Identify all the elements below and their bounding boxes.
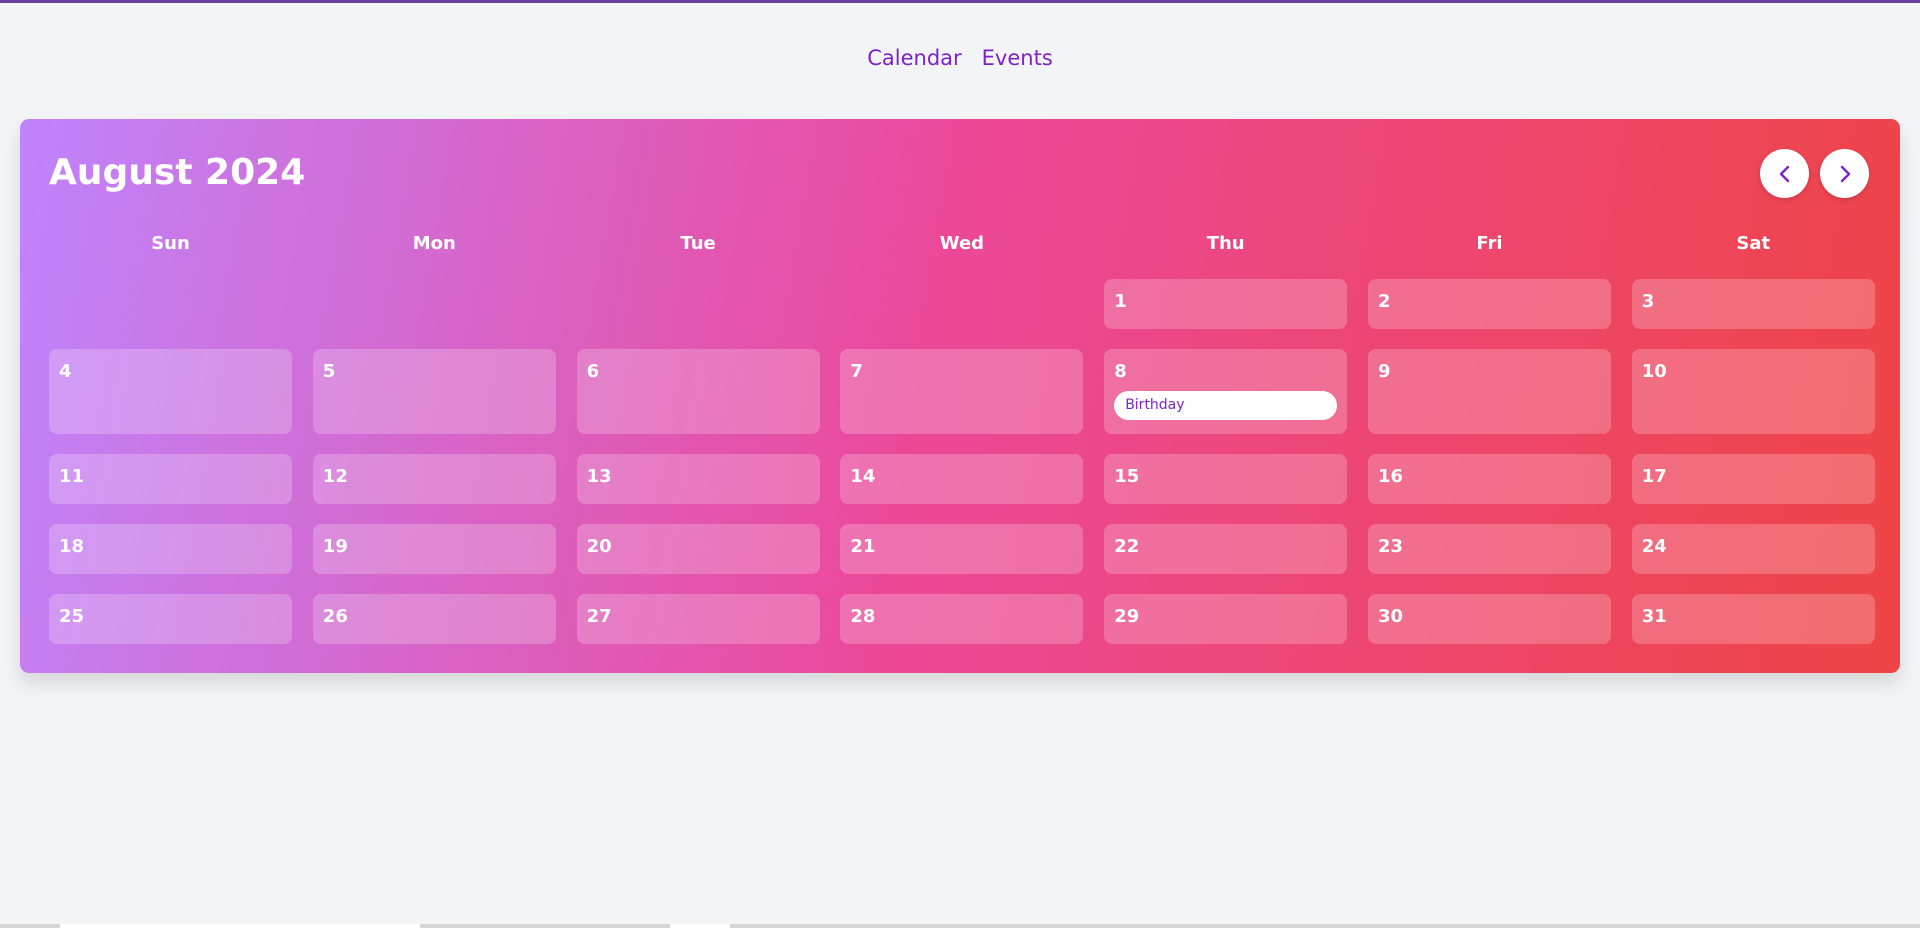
nav-link-events[interactable]: Events bbox=[982, 46, 1053, 70]
day-number: 16 bbox=[1377, 466, 1404, 487]
day-number: 25 bbox=[59, 606, 85, 627]
day-cell-22[interactable]: 22 bbox=[1104, 524, 1348, 574]
day-number: 27 bbox=[586, 606, 612, 627]
day-number: 15 bbox=[1114, 466, 1140, 487]
day-number: 10 bbox=[1641, 361, 1667, 382]
day-cell-13[interactable]: 13 bbox=[576, 454, 820, 504]
nav-link-calendar[interactable]: Calendar bbox=[867, 46, 961, 70]
day-cell-28[interactable]: 28 bbox=[840, 594, 1084, 644]
day-cell-20[interactable]: 20 bbox=[576, 524, 820, 574]
day-cell-16[interactable]: 16 bbox=[1367, 454, 1611, 504]
day-cell-31[interactable]: 31 bbox=[1631, 594, 1875, 644]
weekday-wed: Wed bbox=[939, 233, 985, 254]
weekday-header: Sun Mon Tue Wed Thu Fri Sat bbox=[49, 233, 1871, 254]
day-cell-24[interactable]: 24 bbox=[1631, 524, 1875, 574]
day-number: 13 bbox=[586, 466, 612, 487]
day-number: 2 bbox=[1377, 291, 1391, 312]
day-number: 26 bbox=[322, 606, 348, 627]
day-cell-4[interactable]: 4 bbox=[49, 349, 292, 434]
day-cell-8[interactable]: 8 Birthday bbox=[1104, 349, 1348, 434]
day-number: 23 bbox=[1377, 536, 1404, 557]
chevron-right-icon bbox=[1840, 165, 1850, 182]
day-cell-29[interactable]: 29 bbox=[1104, 594, 1348, 644]
top-accent-bar bbox=[0, 0, 1920, 3]
calendar-card: August 2024 Sun Mon Tue Wed Thu Fri Sat … bbox=[20, 119, 1900, 673]
day-number: 9 bbox=[1377, 361, 1391, 382]
empty-day-cell bbox=[313, 279, 556, 329]
event-pill[interactable]: Birthday bbox=[1114, 391, 1338, 420]
day-number: 1 bbox=[1114, 291, 1127, 312]
day-cell-1[interactable]: 1 bbox=[1104, 279, 1348, 329]
day-number: 29 bbox=[1114, 606, 1140, 627]
next-month-button[interactable] bbox=[1820, 149, 1869, 198]
empty-day-cell bbox=[49, 279, 292, 329]
day-number: 30 bbox=[1377, 606, 1404, 627]
day-number: 31 bbox=[1641, 606, 1667, 627]
day-number: 18 bbox=[59, 536, 85, 557]
day-number: 17 bbox=[1641, 466, 1667, 487]
day-number: 5 bbox=[322, 361, 336, 382]
day-cell-23[interactable]: 23 bbox=[1367, 524, 1611, 574]
day-number: 28 bbox=[850, 606, 876, 627]
day-number: 19 bbox=[322, 536, 348, 557]
day-number: 20 bbox=[586, 536, 612, 557]
day-cell-3[interactable]: 3 bbox=[1631, 279, 1875, 329]
weekday-thu: Thu bbox=[1206, 233, 1245, 254]
day-cell-18[interactable]: 18 bbox=[49, 524, 292, 574]
day-number: 21 bbox=[850, 536, 876, 557]
previous-month-button[interactable] bbox=[1760, 149, 1809, 198]
day-cell-27[interactable]: 27 bbox=[576, 594, 820, 644]
day-cell-6[interactable]: 6 bbox=[576, 349, 820, 434]
day-cell-26[interactable]: 26 bbox=[312, 594, 556, 644]
day-number: 12 bbox=[322, 466, 348, 487]
day-cell-9[interactable]: 9 bbox=[1367, 349, 1611, 434]
day-number: 3 bbox=[1641, 291, 1655, 312]
day-number: 4 bbox=[59, 361, 72, 382]
day-cell-30[interactable]: 30 bbox=[1367, 594, 1611, 644]
month-title: August 2024 bbox=[49, 152, 306, 193]
day-cell-11[interactable]: 11 bbox=[49, 454, 292, 504]
day-number: 7 bbox=[850, 361, 863, 382]
weekday-fri: Fri bbox=[1476, 233, 1503, 254]
weekday-sat: Sat bbox=[1736, 233, 1771, 254]
bottom-scrollbar-strip bbox=[0, 924, 1920, 928]
day-number: 6 bbox=[586, 361, 600, 382]
day-number: 8 bbox=[1114, 361, 1127, 382]
day-number: 22 bbox=[1114, 536, 1140, 557]
weekday-tue: Tue bbox=[680, 233, 716, 254]
day-number: 14 bbox=[850, 466, 876, 487]
day-number: 24 bbox=[1641, 536, 1667, 557]
chevron-left-icon bbox=[1779, 165, 1789, 182]
scrollbar-thumb[interactable] bbox=[60, 924, 420, 928]
day-cell-2[interactable]: 2 bbox=[1367, 279, 1611, 329]
weekday-sun: Sun bbox=[151, 233, 190, 254]
empty-day-cell bbox=[577, 279, 820, 329]
day-cell-17[interactable]: 17 bbox=[1631, 454, 1875, 504]
day-cell-19[interactable]: 19 bbox=[312, 524, 556, 574]
day-cell-25[interactable]: 25 bbox=[49, 594, 292, 644]
calendar-grid: 1 2 3 4 5 6 7 8 Birthday 9 10 11 12 13 14 15 16 17 18 19 20 2… bbox=[49, 279, 1875, 644]
day-number: 11 bbox=[59, 466, 85, 487]
scrollbar-segment bbox=[670, 924, 730, 928]
day-cell-7[interactable]: 7 bbox=[840, 349, 1084, 434]
day-cell-10[interactable]: 10 bbox=[1631, 349, 1875, 434]
day-cell-21[interactable]: 21 bbox=[840, 524, 1084, 574]
day-cell-15[interactable]: 15 bbox=[1104, 454, 1348, 504]
top-nav: Calendar Events bbox=[0, 46, 1920, 70]
day-cell-12[interactable]: 12 bbox=[312, 454, 556, 504]
day-cell-5[interactable]: 5 bbox=[312, 349, 556, 434]
weekday-mon: Mon bbox=[412, 233, 456, 254]
empty-day-cell bbox=[840, 279, 1083, 329]
day-cell-14[interactable]: 14 bbox=[840, 454, 1084, 504]
